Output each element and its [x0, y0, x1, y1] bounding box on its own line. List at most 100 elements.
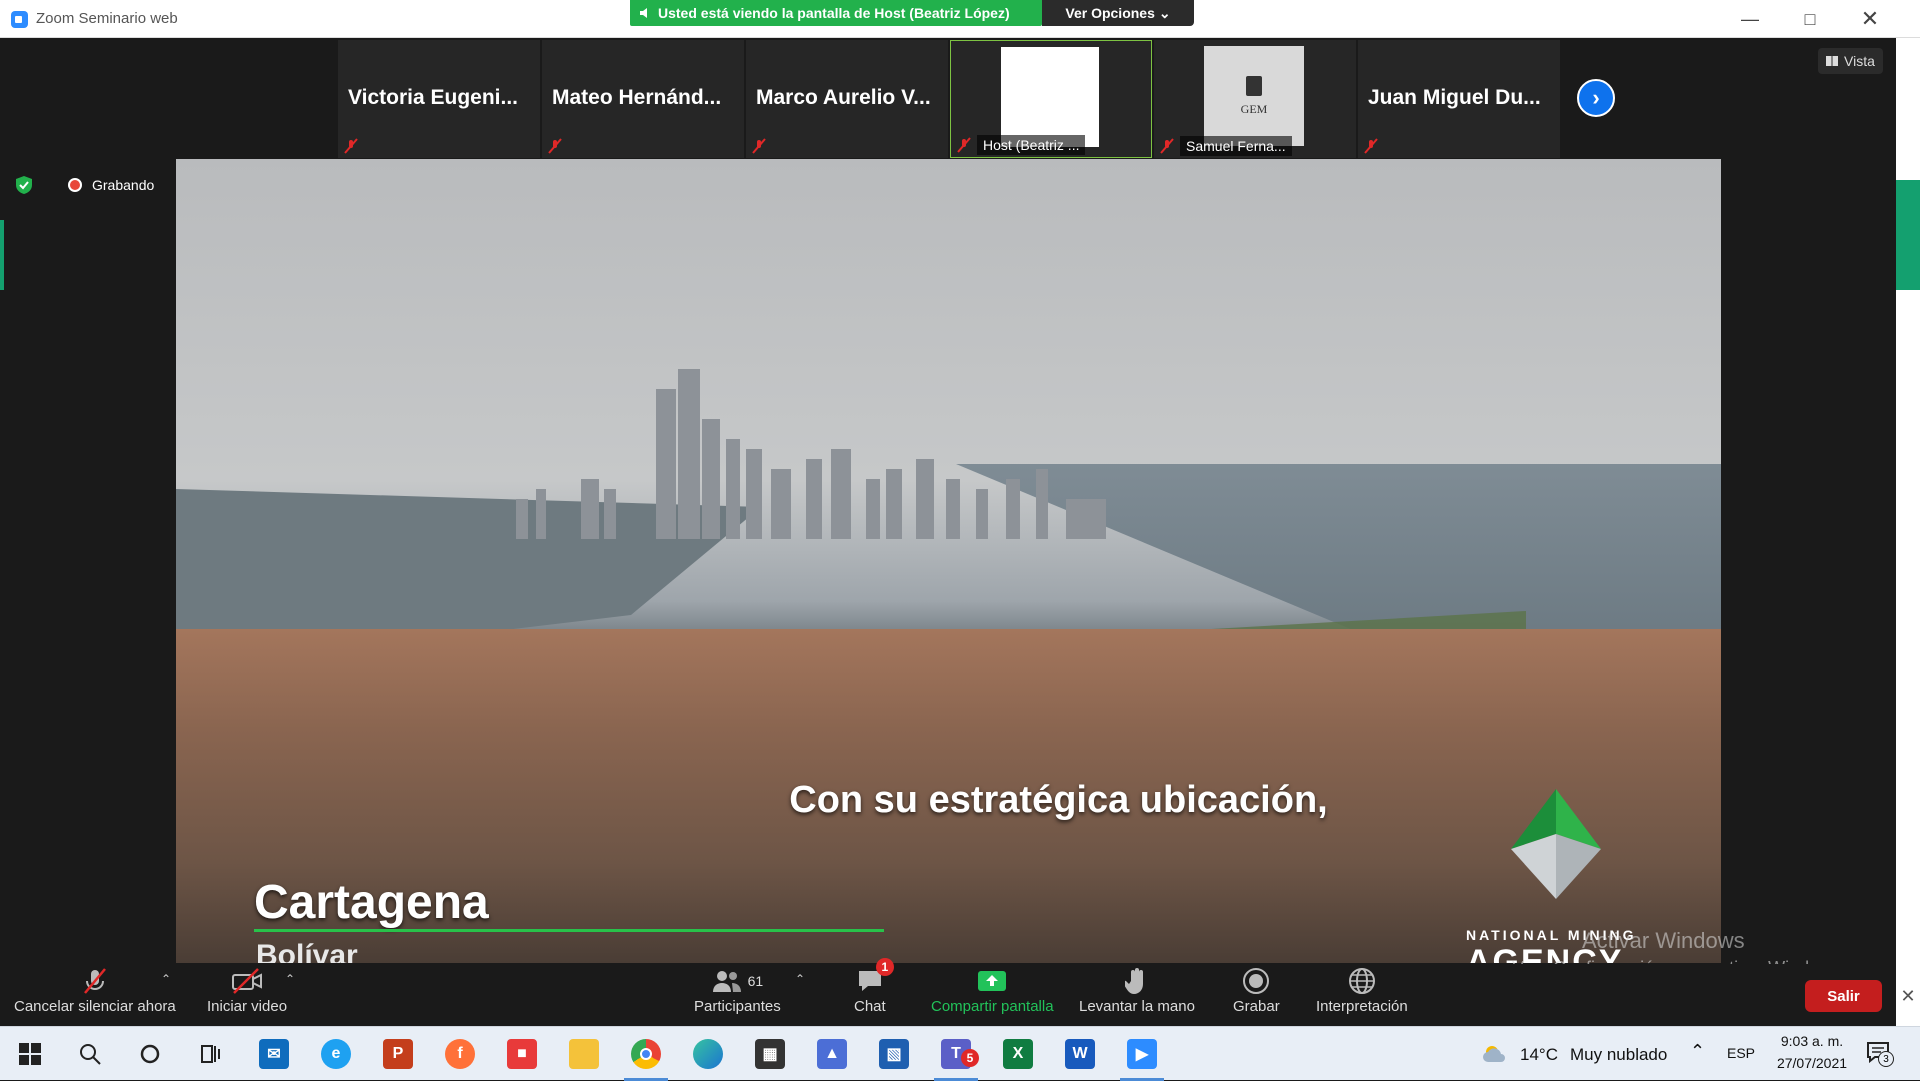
taskbar-edge[interactable] [678, 1027, 738, 1081]
taskbar-excel[interactable]: X [988, 1027, 1048, 1081]
participant-name: Marco Aurelio V... [756, 86, 931, 109]
video-caption: Con su estratégica ubicación, [176, 779, 1721, 822]
muted-mic-icon [752, 138, 766, 154]
taskbar-gift-app[interactable]: ■ [492, 1027, 552, 1081]
next-participants-button[interactable]: › [1577, 79, 1615, 117]
record-button[interactable]: Grabar [1233, 964, 1280, 1026]
edge-icon [693, 1039, 723, 1069]
internet-explorer-icon: e [321, 1039, 351, 1069]
language-indicator[interactable]: ESP [1727, 1045, 1755, 1061]
recording-dot-icon [68, 178, 82, 192]
view-label: Vista [1844, 53, 1875, 69]
participant-tile-active[interactable]: Host (Beatriz ... [950, 40, 1152, 158]
participant-label: Host (Beatriz ... [977, 135, 1086, 155]
muted-mic-icon [1364, 138, 1378, 154]
start-video-button[interactable]: Iniciar video [207, 964, 287, 1026]
participants-count: 61 [747, 973, 764, 989]
participant-tile[interactable]: Juan Miguel Du... [1358, 40, 1560, 158]
taskbar-firefox[interactable]: f [430, 1027, 490, 1081]
security-shield-icon[interactable] [14, 175, 34, 195]
chat-button[interactable]: 1 Chat [854, 958, 894, 1026]
view-button[interactable]: Vista [1818, 48, 1883, 74]
teams-badge: 5 [961, 1049, 979, 1067]
taskbar-remote-app[interactable]: ▲ [802, 1027, 862, 1081]
chrome-icon [631, 1039, 661, 1069]
raise-hand-button[interactable]: Levantar la mano [1079, 964, 1195, 1026]
unmute-label: Cancelar silenciar ahora [14, 998, 176, 1015]
windows-taskbar: ✉ e P f ■ ▦ ▲ ▧ T5 X W ▶ 14°C Muy nublad… [0, 1026, 1920, 1081]
clock-time[interactable]: 9:03 a. m. [1764, 1033, 1860, 1049]
chevron-up-icon[interactable]: ⌃ [1690, 1041, 1705, 1062]
task-view-button[interactable] [180, 1027, 240, 1081]
clock-date[interactable]: 27/07/2021 [1764, 1055, 1860, 1071]
cortana-icon [140, 1044, 160, 1064]
view-options-label: Ver Opciones [1065, 5, 1155, 21]
muted-mic-icon [957, 137, 971, 153]
place-underline [254, 929, 884, 932]
participant-video [1001, 47, 1099, 147]
region-subtitle: Bolívar [256, 939, 358, 963]
video-off-icon [232, 968, 263, 994]
participants-button[interactable]: 61 Participantes [694, 964, 781, 1026]
globe-icon [1348, 968, 1375, 994]
chat-badge: 1 [875, 958, 894, 976]
participant-logo: GEM [1204, 46, 1304, 146]
interpretation-button[interactable]: Interpretación [1316, 964, 1408, 1026]
zoom-app-icon [11, 11, 28, 28]
meeting-toolbar: Cancelar silenciar ahora ⌃ Iniciar video… [0, 958, 1896, 1026]
taskbar-teams[interactable]: T5 [926, 1027, 986, 1081]
muted-mic-icon [1160, 138, 1174, 154]
muted-mic-icon [83, 968, 106, 994]
shield-icon [640, 8, 647, 18]
right-edge-accent [1896, 180, 1920, 290]
unmute-button[interactable]: Cancelar silenciar ahora [14, 964, 176, 1026]
defender-shield-icon: ▧ [879, 1039, 909, 1069]
taskbar-defender[interactable]: ▧ [864, 1027, 924, 1081]
minimize-button[interactable]: — [1720, 0, 1780, 38]
mining-agency-logo [1511, 789, 1601, 899]
share-screen-button[interactable]: Compartir pantalla [931, 964, 1054, 1026]
taskbar-chrome[interactable] [616, 1027, 676, 1081]
participants-label: Participantes [694, 998, 781, 1015]
interpretation-label: Interpretación [1316, 998, 1408, 1015]
taskbar-zoom[interactable]: ▶ [1112, 1027, 1172, 1081]
shared-screen: Con su estratégica ubicación, Cartagena … [176, 159, 1721, 963]
leave-button[interactable]: Salir [1805, 980, 1882, 1012]
search-button[interactable] [60, 1027, 120, 1081]
cloud-weather-icon [1483, 1046, 1505, 1062]
city-skyline [516, 369, 1106, 539]
caption-text: Con su estratégica ubicación, [789, 779, 1328, 821]
hand-icon [1124, 968, 1143, 994]
maximize-button[interactable]: □ [1780, 0, 1840, 38]
participant-tile[interactable]: Mateo Hernánd... [542, 40, 744, 158]
notification-center-button[interactable]: 3 [1866, 1041, 1894, 1067]
taskbar-store[interactable]: ▦ [740, 1027, 800, 1081]
left-edge-accent [0, 220, 4, 290]
record-icon [1243, 968, 1270, 994]
chevron-up-icon: ⌃ [160, 972, 172, 986]
participant-name: Mateo Hernánd... [552, 86, 722, 109]
taskbar-file-explorer[interactable] [554, 1027, 614, 1081]
close-button[interactable]: ✕ [1840, 0, 1900, 38]
taskbar-word[interactable]: W [1050, 1027, 1110, 1081]
search-icon [80, 1044, 101, 1065]
taskbar-mail[interactable]: ✉ [244, 1027, 304, 1081]
participant-tile[interactable]: Marco Aurelio V... [746, 40, 948, 158]
participant-tile[interactable]: GEM Samuel Ferna... [1154, 40, 1356, 158]
activation-watermark-title: Activar Windows [1582, 928, 1745, 953]
record-label: Grabar [1233, 998, 1280, 1015]
view-options-button[interactable]: Ver Opciones ⌄ [1042, 0, 1194, 26]
taskbar-internet-explorer[interactable]: e [306, 1027, 366, 1081]
participant-tile[interactable]: Victoria Eugeni... [338, 40, 540, 158]
recording-label: Grabando [92, 177, 155, 193]
collapse-sidebar-icon[interactable]: ✕ [1896, 984, 1920, 1008]
cortana-button[interactable] [120, 1027, 180, 1081]
start-button[interactable] [0, 1027, 60, 1081]
task-view-icon [201, 1045, 220, 1063]
participant-strip: Victoria Eugeni... Mateo Hernánd... Marc… [338, 40, 1560, 158]
folder-icon [569, 1039, 599, 1069]
recording-indicator: Grabando [14, 175, 154, 195]
weather-desc[interactable]: Muy nublado [1570, 1045, 1667, 1065]
taskbar-powerpoint[interactable]: P [368, 1027, 428, 1081]
weather-temp[interactable]: 14°C [1520, 1045, 1558, 1065]
